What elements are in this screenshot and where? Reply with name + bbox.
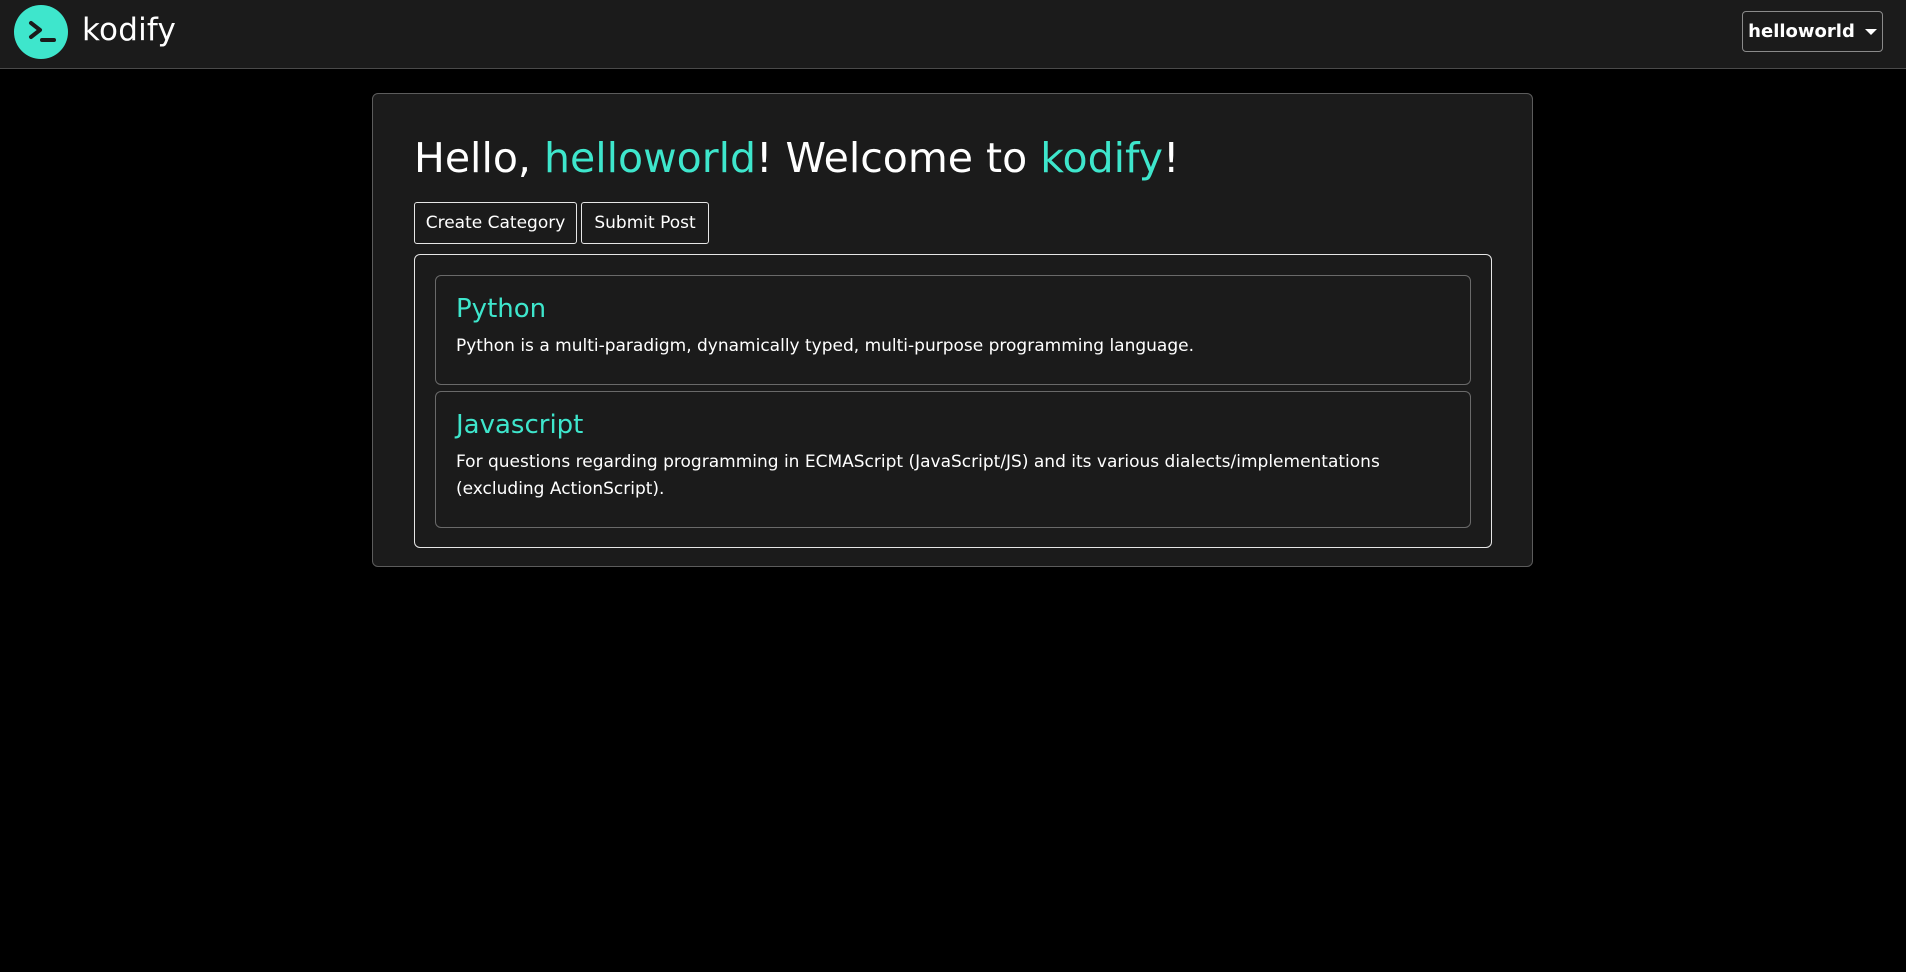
category-list: Python Python is a multi-paradigm, dynam… <box>414 254 1492 548</box>
user-menu-label: helloworld <box>1748 21 1855 42</box>
category-title[interactable]: Javascript <box>456 410 1450 441</box>
greeting-site-name: kodify <box>1040 134 1164 182</box>
greeting-hello: Hello, <box>414 134 531 182</box>
create-category-button[interactable]: Create Category <box>414 202 577 244</box>
greeting-end: ! <box>1163 134 1180 182</box>
category-card-python[interactable]: Python Python is a multi-paradigm, dynam… <box>435 275 1471 385</box>
greeting-username: helloworld <box>544 134 756 182</box>
terminal-prompt-icon <box>14 5 68 59</box>
welcome-card: Hello, helloworld! Welcome to kodify! Cr… <box>372 93 1533 567</box>
top-navbar: kodify helloworld <box>0 0 1906 69</box>
submit-post-button[interactable]: Submit Post <box>581 202 709 244</box>
brand-link[interactable]: kodify <box>14 4 176 60</box>
category-title[interactable]: Python <box>456 294 1450 325</box>
brand-name: kodify <box>82 12 177 48</box>
category-description: Python is a multi-paradigm, dynamically … <box>456 336 1194 357</box>
caret-down-icon <box>1864 28 1877 35</box>
greeting-welcome: ! Welcome to <box>755 134 1028 182</box>
greeting-heading: Hello, helloworld! Welcome to kodify! <box>414 134 1179 183</box>
user-menu-dropdown[interactable]: helloworld <box>1742 11 1883 52</box>
category-card-javascript[interactable]: Javascript For questions regarding progr… <box>435 391 1471 528</box>
category-description: For questions regarding programming in E… <box>456 452 1380 500</box>
